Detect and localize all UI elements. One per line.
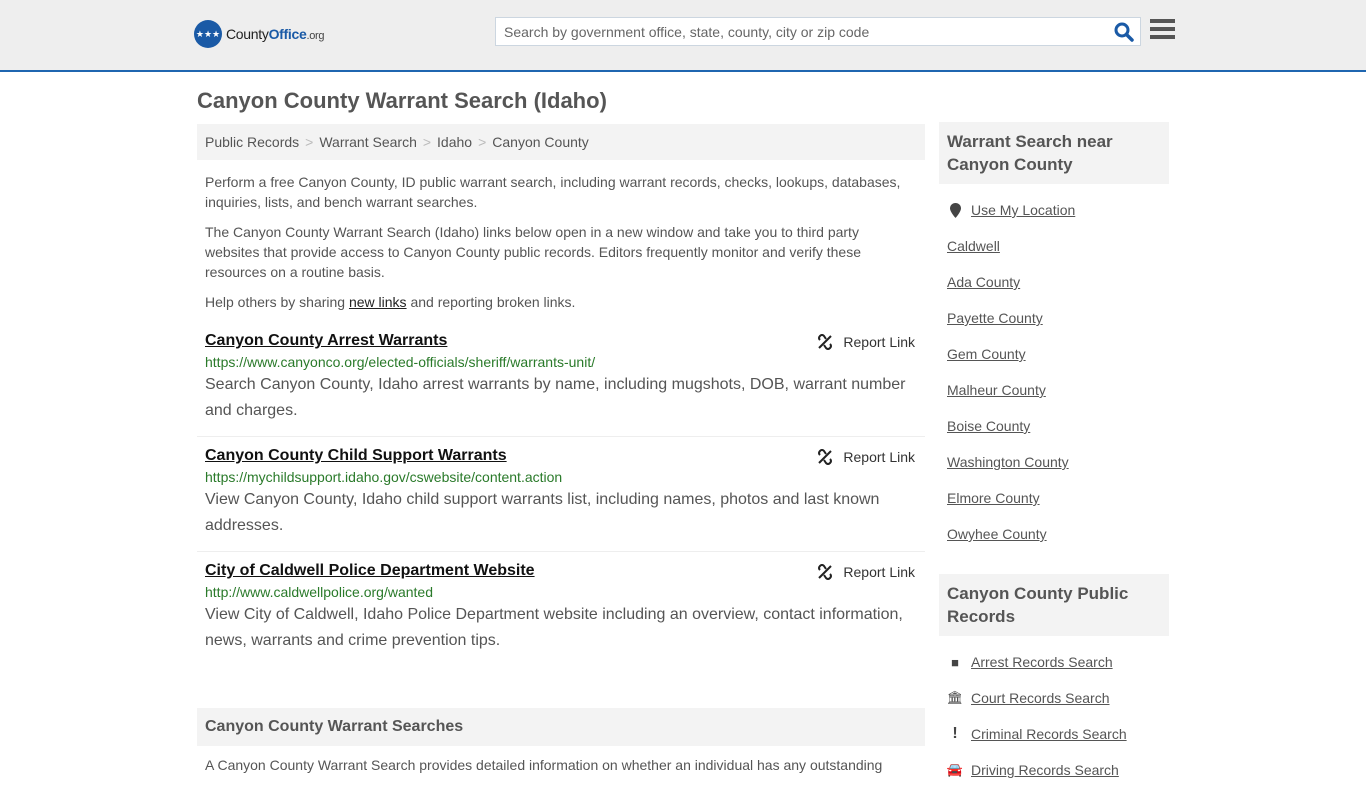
nearby-item: Washington County — [947, 444, 1161, 480]
entry-title-link[interactable]: Canyon County Child Support Warrants — [205, 447, 507, 465]
new-links-link[interactable]: new links — [349, 294, 407, 310]
section-heading: Canyon County Warrant Searches — [197, 708, 925, 746]
intro-text: and reporting broken links. — [406, 294, 576, 310]
broken-link-icon — [818, 564, 833, 580]
hamburger-menu-icon[interactable] — [1150, 19, 1175, 41]
nearby-item: Gem County — [947, 336, 1161, 372]
nearby-item: Caldwell — [947, 228, 1161, 264]
sidebar-records-heading: Canyon County Public Records — [939, 574, 1169, 636]
nearby-link[interactable]: Payette County — [947, 310, 1043, 326]
nearby-item: Malheur County — [947, 372, 1161, 408]
square-icon: ■ — [951, 654, 959, 670]
intro-paragraph-2: The Canyon County Warrant Search (Idaho)… — [205, 224, 861, 280]
breadcrumb-public-records[interactable]: Public Records — [205, 134, 299, 150]
driving-records-link[interactable]: Driving Records Search — [971, 762, 1119, 778]
entry-title-link[interactable]: City of Caldwell Police Department Websi… — [205, 562, 535, 580]
main-content: Public Records > Warrant Search > Idaho > Cany… — [197, 124, 925, 784]
car-icon: 🚘 — [946, 762, 964, 777]
entry-title-link[interactable]: Canyon County Arrest Warrants — [205, 332, 447, 350]
list-item: Canyon County Child Support Warrants Rep… — [197, 437, 925, 552]
search-icon[interactable] — [1114, 22, 1134, 42]
report-link-label: Report Link — [843, 449, 915, 465]
report-link-label: Report Link — [843, 334, 915, 350]
breadcrumb-warrant-search[interactable]: Warrant Search — [319, 134, 417, 150]
intro-text: Help others by sharing — [205, 294, 349, 310]
map-marker-icon — [947, 202, 963, 218]
nearby-list: Use My Location Caldwell Ada County Paye… — [939, 184, 1169, 552]
broken-link-icon — [818, 449, 833, 465]
nearby-link[interactable]: Elmore County — [947, 490, 1040, 506]
site-logo[interactable]: ★★★ CountyOffice.org — [194, 20, 325, 48]
breadcrumb-current: Canyon County — [492, 134, 589, 150]
breadcrumb: Public Records > Warrant Search > Idaho > Cany… — [197, 124, 925, 160]
courthouse-icon: 🏛 — [946, 690, 964, 705]
court-records-link[interactable]: Court Records Search — [971, 690, 1110, 706]
logo-county: County — [226, 26, 269, 42]
entry-url[interactable]: https://www.canyonco.org/elected-officia… — [205, 354, 917, 370]
section-text: A Canyon County Warrant Search provides … — [205, 757, 883, 773]
search-input[interactable] — [496, 18, 1096, 45]
use-location-item: Use My Location — [947, 192, 1161, 228]
page-title: Canyon County Warrant Search (Idaho) — [197, 88, 607, 113]
nearby-item: Payette County — [947, 300, 1161, 336]
nearby-item: Elmore County — [947, 480, 1161, 516]
nearby-item: Boise County — [947, 408, 1161, 444]
intro-paragraph-1: Perform a free Canyon County, ID public … — [205, 174, 901, 210]
nearby-link[interactable]: Washington County — [947, 454, 1069, 470]
intro: Perform a free Canyon County, ID public … — [197, 160, 925, 312]
report-link-button[interactable]: Report Link — [817, 564, 915, 580]
exclamation-icon: ! — [952, 725, 958, 742]
report-link-button[interactable]: Report Link — [817, 334, 915, 350]
list-item: Canyon County Arrest Warrants Report Lin… — [197, 322, 925, 437]
list-item: City of Caldwell Police Department Websi… — [197, 552, 925, 666]
top-bar: ★★★ CountyOffice.org — [0, 0, 1366, 72]
nearby-item: Owyhee County — [947, 516, 1161, 552]
report-link-button[interactable]: Report Link — [817, 449, 915, 465]
records-item: ■ Arrest Records Search — [947, 644, 1161, 680]
report-link-label: Report Link — [843, 564, 915, 580]
records-item: ! Criminal Records Search — [947, 716, 1161, 752]
breadcrumb-separator: > — [422, 134, 432, 150]
logo-org: .org — [306, 30, 325, 42]
breadcrumb-idaho[interactable]: Idaho — [437, 134, 472, 150]
nearby-link[interactable]: Ada County — [947, 274, 1020, 290]
search-box — [495, 17, 1141, 46]
nearby-link[interactable]: Boise County — [947, 418, 1030, 434]
sidebar-nearby-heading: Warrant Search near Canyon County — [939, 122, 1169, 184]
records-list: ■ Arrest Records Search 🏛 Court Records Se… — [939, 636, 1169, 788]
entry-description: Search Canyon County, Idaho arrest warra… — [205, 376, 906, 419]
intro-paragraph-3: Help others by sharing new links and rep… — [205, 292, 917, 312]
nearby-link[interactable]: Gem County — [947, 346, 1026, 362]
criminal-records-link[interactable]: Criminal Records Search — [971, 726, 1127, 742]
logo-office: Office — [268, 26, 307, 42]
records-item: 🏛 Court Records Search — [947, 680, 1161, 716]
arrest-records-link[interactable]: Arrest Records Search — [971, 654, 1113, 670]
nearby-link[interactable]: Owyhee County — [947, 526, 1047, 542]
entry-description: View Canyon County, Idaho child support … — [205, 491, 880, 534]
eagle-logo-icon: ★★★ — [194, 20, 222, 48]
entry-url[interactable]: http://www.caldwellpolice.org/wanted — [205, 584, 917, 600]
entry-url[interactable]: https://mychildsupport.idaho.gov/cswebsi… — [205, 469, 917, 485]
records-item: 🚘 Driving Records Search — [947, 752, 1161, 788]
use-my-location-link[interactable]: Use My Location — [971, 202, 1075, 218]
sidebar: Warrant Search near Canyon County Use My… — [939, 122, 1169, 788]
nearby-link[interactable]: Malheur County — [947, 382, 1046, 398]
logo-text: CountyOffice.org — [226, 26, 325, 42]
broken-link-icon — [818, 334, 833, 350]
nearby-link[interactable]: Caldwell — [947, 238, 1000, 254]
nearby-item: Ada County — [947, 264, 1161, 300]
entry-description: View City of Caldwell, Idaho Police Depa… — [205, 606, 903, 649]
breadcrumb-separator: > — [478, 134, 487, 150]
breadcrumb-separator: > — [305, 134, 314, 150]
